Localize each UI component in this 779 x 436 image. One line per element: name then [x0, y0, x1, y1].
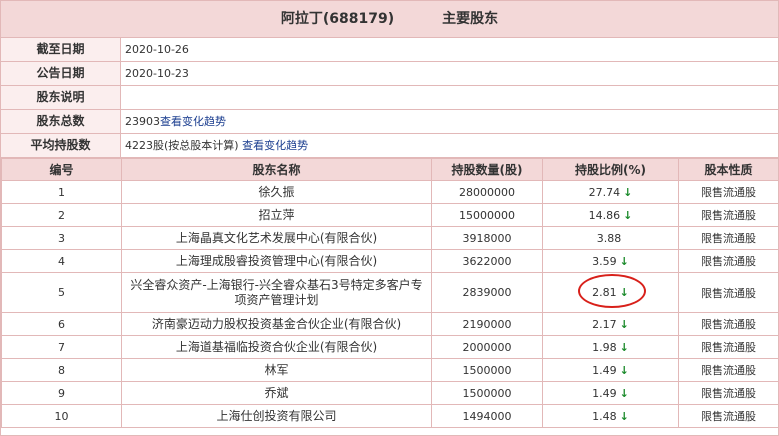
info-value: 2020-10-23	[125, 67, 189, 80]
down-arrow-icon: ↓	[623, 208, 633, 222]
down-arrow-icon: ↓	[619, 363, 629, 377]
row-no: 7	[1, 335, 122, 359]
row-no: 8	[1, 358, 122, 382]
trend-link[interactable]: 查看变化趋势	[160, 115, 226, 128]
row-pct: 2.17 ↓	[542, 312, 679, 336]
down-arrow-icon: ↓	[619, 386, 629, 400]
table-row: 3 上海晶真文化艺术发展中心(有限合伙) 3918000 3.88 限售流通股	[1, 226, 779, 250]
row-no: 10	[1, 404, 122, 428]
row-type: 限售流通股	[678, 358, 779, 382]
row-pct: 3.88	[542, 226, 679, 250]
holder-name-link[interactable]: 乔斌	[121, 381, 432, 405]
row-pct: 1.49 ↓	[542, 358, 679, 382]
info-row-announce: 公告日期 2020-10-23	[1, 62, 778, 86]
highlighted-pct: 2.81 ↓	[578, 274, 647, 308]
row-pct: 27.74 ↓	[542, 180, 679, 204]
table-row: 10 上海仕创投资有限公司 1494000 1.48 ↓ 限售流通股	[1, 404, 779, 428]
holder-name-link[interactable]: 上海理成殷睿投资管理中心(有限合伙)	[121, 249, 432, 273]
info-value: 2020-10-26	[125, 43, 189, 56]
row-type: 限售流通股	[678, 381, 779, 405]
info-value	[121, 86, 778, 109]
section-title: 主要股东	[442, 11, 499, 27]
row-shares: 3918000	[431, 226, 543, 250]
table-row: 7 上海道基福临投资合伙企业(有限合伙) 2000000 1.98 ↓ 限售流通股	[1, 335, 779, 359]
row-shares: 28000000	[431, 180, 543, 204]
row-no: 1	[1, 180, 122, 204]
row-no: 5	[1, 272, 122, 313]
row-no: 4	[1, 249, 122, 273]
row-no: 6	[1, 312, 122, 336]
holder-name-link[interactable]: 招立萍	[121, 203, 432, 227]
highlight-circle	[578, 274, 647, 308]
table-row: 6 济南豪迈动力股权投资基金合伙企业(有限合伙) 2190000 2.17 ↓ 限…	[1, 312, 779, 336]
col-header-name: 股东名称	[121, 158, 432, 181]
table-row: 4 上海理成殷睿投资管理中心(有限合伙) 3622000 3.59 ↓ 限售流通股	[1, 249, 779, 273]
row-shares: 1494000	[431, 404, 543, 428]
table-header-row: 编号 股东名称 持股数量(股) 持股比例(%) 股本性质	[1, 158, 779, 181]
row-pct: 14.86 ↓	[542, 203, 679, 227]
info-label: 公告日期	[1, 62, 121, 85]
row-shares: 2839000	[431, 272, 543, 313]
row-type: 限售流通股	[678, 335, 779, 359]
down-arrow-icon: ↓	[619, 340, 629, 354]
row-shares: 3622000	[431, 249, 543, 273]
holder-name-link[interactable]: 上海道基福临投资合伙企业(有限合伙)	[121, 335, 432, 359]
row-shares: 1500000	[431, 358, 543, 382]
company-title: 阿拉丁(688179)	[280, 11, 395, 27]
info-label: 平均持股数	[1, 134, 121, 157]
col-header-no: 编号	[1, 158, 122, 181]
holder-name-link[interactable]: 兴全睿众资产-上海银行-兴全睿众基石3号特定多客户专项资产管理计划	[121, 272, 432, 313]
info-label: 股东总数	[1, 110, 121, 133]
info-value: 23903查看变化趋势	[125, 115, 226, 128]
row-shares: 2000000	[431, 335, 543, 359]
row-type: 限售流通股	[678, 404, 779, 428]
table-row: 8 林军 1500000 1.49 ↓ 限售流通股	[1, 358, 779, 382]
info-label: 截至日期	[1, 38, 121, 61]
col-header-pct: 持股比例(%)	[542, 158, 679, 181]
table-row: 5 兴全睿众资产-上海银行-兴全睿众基石3号特定多客户专项资产管理计划 2839…	[1, 272, 779, 313]
trend-link[interactable]: 查看变化趋势	[242, 139, 308, 152]
shareholder-table: 编号 股东名称 持股数量(股) 持股比例(%) 股本性质 1 徐久振 28000…	[1, 158, 779, 428]
row-pct: 1.49 ↓	[542, 381, 679, 405]
panel-title: 阿拉丁(688179) 主要股东	[1, 1, 778, 38]
holder-name-link[interactable]: 济南豪迈动力股权投资基金合伙企业(有限合伙)	[121, 312, 432, 336]
row-type: 限售流通股	[678, 312, 779, 336]
holder-name-link[interactable]: 徐久振	[121, 180, 432, 204]
row-pct: 2.81 ↓	[542, 272, 679, 313]
holder-name-link[interactable]: 林军	[121, 358, 432, 382]
row-no: 3	[1, 226, 122, 250]
table-row: 2 招立萍 15000000 14.86 ↓ 限售流通股	[1, 203, 779, 227]
holder-name-link[interactable]: 上海晶真文化艺术发展中心(有限合伙)	[121, 226, 432, 250]
table-row: 9 乔斌 1500000 1.49 ↓ 限售流通股	[1, 381, 779, 405]
row-pct: 3.59 ↓	[542, 249, 679, 273]
row-no: 2	[1, 203, 122, 227]
down-arrow-icon: ↓	[623, 185, 633, 199]
row-shares: 15000000	[431, 203, 543, 227]
down-arrow-icon: ↓	[619, 409, 629, 423]
info-row-note: 股东说明	[1, 86, 778, 110]
info-row-total: 股东总数 23903查看变化趋势	[1, 110, 778, 134]
col-header-type: 股本性质	[678, 158, 779, 181]
col-header-shares: 持股数量(股)	[431, 158, 543, 181]
down-arrow-icon: ↓	[619, 254, 629, 268]
info-row-average: 平均持股数 4223股(按总股本计算) 查看变化趋势	[1, 134, 778, 158]
down-arrow-icon: ↓	[619, 317, 629, 331]
row-type: 限售流通股	[678, 180, 779, 204]
row-type: 限售流通股	[678, 203, 779, 227]
row-pct: 1.98 ↓	[542, 335, 679, 359]
row-shares: 2190000	[431, 312, 543, 336]
shareholder-panel: 阿拉丁(688179) 主要股东 截至日期 2020-10-26 公告日期 202…	[0, 0, 779, 436]
info-row-date: 截至日期 2020-10-26	[1, 38, 778, 62]
row-type: 限售流通股	[678, 226, 779, 250]
info-section: 截至日期 2020-10-26 公告日期 2020-10-23 股东说明 股东总…	[1, 38, 778, 158]
row-pct: 1.48 ↓	[542, 404, 679, 428]
row-shares: 1500000	[431, 381, 543, 405]
table-row: 1 徐久振 28000000 27.74 ↓ 限售流通股	[1, 180, 779, 204]
row-no: 9	[1, 381, 122, 405]
holder-name-link[interactable]: 上海仕创投资有限公司	[121, 404, 432, 428]
info-label: 股东说明	[1, 86, 121, 109]
info-value: 4223股(按总股本计算) 查看变化趋势	[125, 139, 309, 152]
row-type: 限售流通股	[678, 272, 779, 313]
row-type: 限售流通股	[678, 249, 779, 273]
